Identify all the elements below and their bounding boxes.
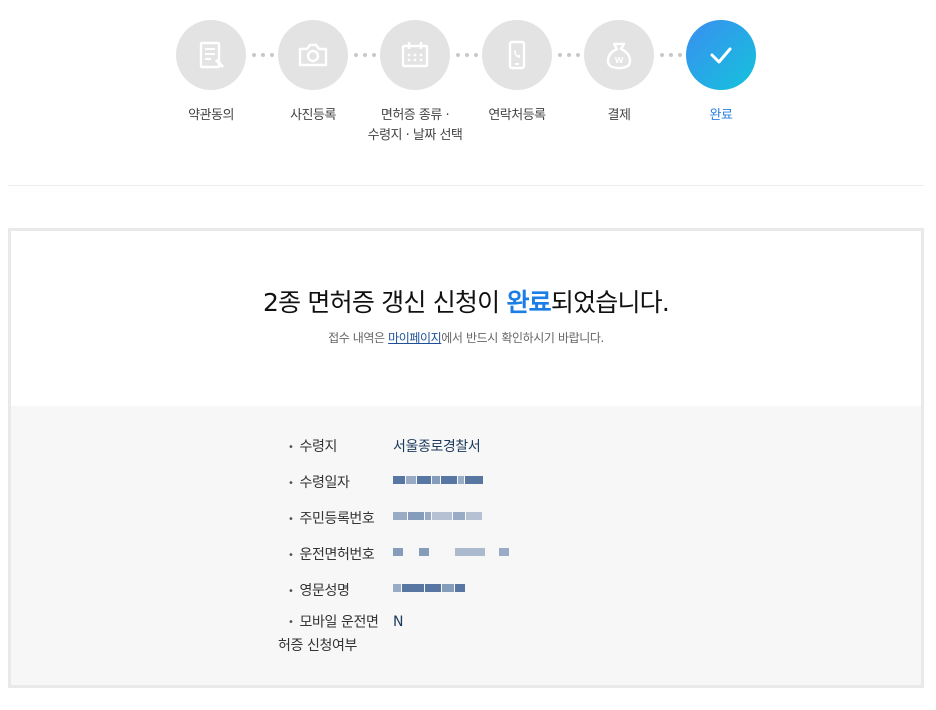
step-license-type-circle <box>380 20 450 90</box>
step-license-type-label: 면허증 종류 · 수령지 · 날짜 선택 <box>367 108 463 143</box>
detail-label: 주민등록번호 <box>288 508 393 528</box>
step-photo-label: 사진등록 <box>290 108 336 123</box>
camera-icon <box>298 43 328 67</box>
step-payment: W 결제 <box>564 20 674 126</box>
completion-title-prefix: 2종 면허증 갱신 신청이 <box>262 288 507 317</box>
notice-prefix: 접수 내역은 <box>328 331 389 345</box>
check-icon <box>710 47 732 64</box>
detail-label: 모바일 운전면허증 신청여부 <box>278 611 390 658</box>
step-payment-label: 결제 <box>607 108 631 123</box>
detail-value-masked <box>393 472 484 488</box>
detail-value: 서울종로경찰서 <box>393 439 481 455</box>
step-complete-circle <box>686 20 756 90</box>
detail-label: 운전면허번호 <box>288 544 393 564</box>
step-complete-label: 완료 <box>709 108 733 123</box>
completion-title-highlight: 완료 <box>506 288 551 317</box>
detail-label: 영문성명 <box>288 580 393 600</box>
detail-label: 수령일자 <box>288 472 393 492</box>
detail-label: 수령지 <box>288 436 393 456</box>
step-contact: 연락처등록 <box>462 20 572 126</box>
progress-stepper: 약관동의 사진등록 면허증 종류 · 수령지 · 날짜 선택 연락처등록 W 결… <box>0 20 936 150</box>
detail-value-masked <box>393 580 466 596</box>
detail-value-masked <box>393 508 483 524</box>
step-photo: 사진등록 <box>258 20 368 126</box>
step-photo-circle <box>278 20 348 90</box>
money-bag-icon: W <box>606 42 632 70</box>
completion-panel: 2종 면허증 갱신 신청이 완료되었습니다. 접수 내역은 마이페이지에서 반드… <box>8 228 924 688</box>
detail-label-line1: 모바일 운전면 <box>299 614 379 631</box>
application-details: 수령지 서울종로경찰서 수령일자 주민등록번호 운전면허번호 영문성명 <box>11 406 921 685</box>
detail-label-line2: 허증 신청여부 <box>278 637 357 654</box>
detail-value-masked <box>393 544 510 560</box>
completion-title-suffix: 되었습니다. <box>550 288 670 317</box>
step-complete: 완료 <box>666 20 776 126</box>
step-terms: 약관동의 <box>156 20 266 126</box>
step-license-type: 면허증 종류 · 수령지 · 날짜 선택 <box>360 20 470 146</box>
calendar-icon <box>401 42 429 68</box>
mypage-link[interactable]: 마이페이지 <box>388 331 442 345</box>
phone-icon <box>508 40 526 70</box>
step-terms-label: 약관동의 <box>188 108 234 123</box>
completion-title: 2종 면허증 갱신 신청이 완료되었습니다. <box>11 283 921 319</box>
document-icon <box>199 41 225 69</box>
svg-text:W: W <box>615 56 624 65</box>
notice-suffix: 에서 반드시 확인하시기 바랍니다. <box>441 331 604 345</box>
detail-value: N <box>393 614 404 630</box>
divider <box>8 185 924 186</box>
completion-notice: 접수 내역은 마이페이지에서 반드시 확인하시기 바랍니다. <box>11 329 921 346</box>
step-contact-label: 연락처등록 <box>488 108 546 123</box>
step-payment-circle: W <box>584 20 654 90</box>
step-terms-circle <box>176 20 246 90</box>
step-contact-circle <box>482 20 552 90</box>
